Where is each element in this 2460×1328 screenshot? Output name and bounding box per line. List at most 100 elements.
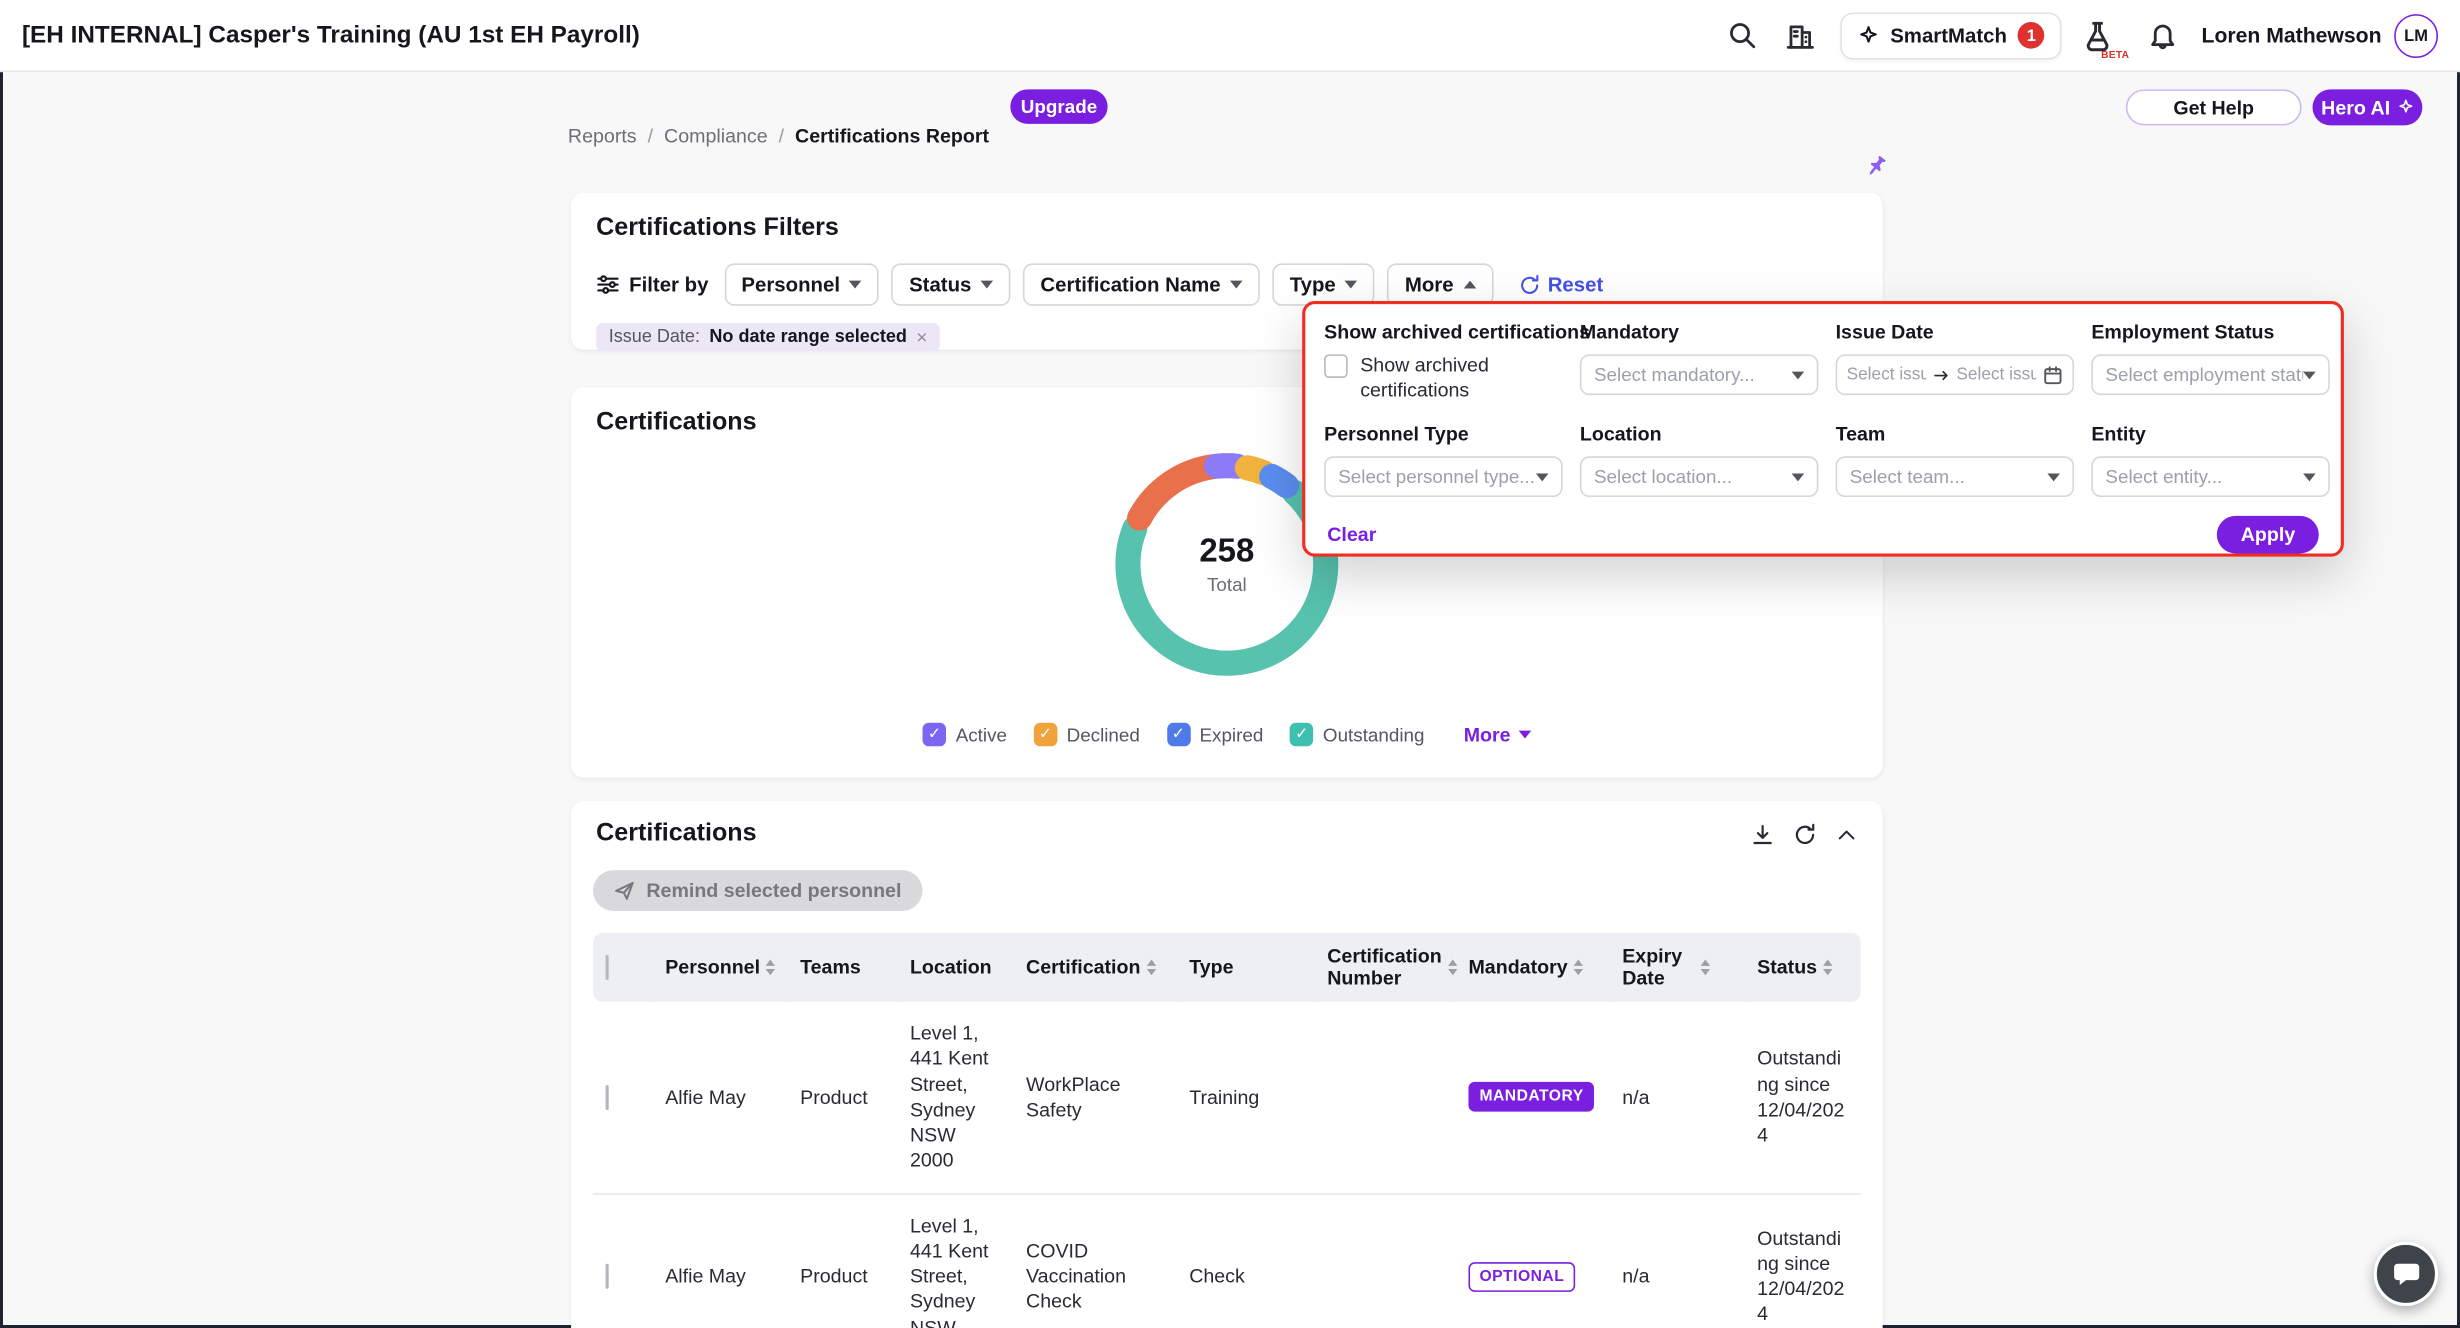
- filter-personnel-dropdown[interactable]: Personnel: [724, 263, 879, 305]
- apply-filters-button[interactable]: Apply: [2217, 516, 2319, 554]
- remind-selected-personnel-button[interactable]: Remind selected personnel: [593, 870, 922, 911]
- column-personnel[interactable]: Personnel: [665, 956, 775, 978]
- organisation-icon[interactable]: [1782, 16, 1820, 54]
- smartmatch-button[interactable]: SmartMatch 1: [1840, 12, 2062, 59]
- beta-tag: BETA: [2101, 49, 2129, 60]
- notifications-bell-icon[interactable]: [2143, 16, 2181, 54]
- breadcrumb-compliance[interactable]: Compliance: [664, 125, 768, 147]
- column-certification-number[interactable]: Certification Number: [1327, 945, 1443, 989]
- cell-certification-number: [1315, 1002, 1456, 1193]
- legend-more-label: More: [1464, 724, 1511, 746]
- entity-label: Entity: [2091, 424, 2329, 446]
- sort-icon[interactable]: [1147, 960, 1156, 976]
- breadcrumb-reports[interactable]: Reports: [568, 125, 637, 147]
- upgrade-button[interactable]: Upgrade: [1010, 89, 1107, 123]
- legend-checkbox-outstanding[interactable]: ✓: [1290, 723, 1314, 747]
- legend-item-expired[interactable]: ✓ Expired: [1167, 723, 1264, 747]
- entity-placeholder: Select entity...: [2105, 466, 2222, 488]
- reset-filters-link[interactable]: Reset: [1518, 273, 1603, 297]
- remove-tag-icon[interactable]: ×: [916, 328, 927, 347]
- collapse-chevron-up-icon[interactable]: [1836, 824, 1858, 846]
- chevron-down-icon: [1518, 731, 1531, 739]
- legend-checkbox-expired[interactable]: ✓: [1167, 723, 1191, 747]
- beta-feature-icon[interactable]: BETA: [2082, 12, 2123, 59]
- screen: [EH INTERNAL] Casper's Training (AU 1st …: [0, 0, 2460, 1328]
- pin-icon[interactable]: [1859, 149, 1894, 184]
- cell-status: Outstanding since 12/04/2024: [1745, 1002, 1861, 1193]
- chevron-down-icon: [1230, 281, 1243, 289]
- table-row: Alfie May Product Level 1, 441 Kent Stre…: [593, 1193, 1861, 1328]
- sort-icon[interactable]: [1448, 960, 1457, 976]
- chevron-down-icon: [2303, 371, 2316, 379]
- employment-status-label: Employment Status: [2091, 321, 2329, 343]
- get-help-button[interactable]: Get Help: [2126, 89, 2302, 125]
- cell-type: Training: [1177, 1002, 1315, 1193]
- employment-status-select[interactable]: Select employment statu: [2091, 354, 2329, 395]
- filter-type-dropdown[interactable]: Type: [1272, 263, 1375, 305]
- show-archived-checkbox-row[interactable]: Show archived certifications: [1324, 354, 1562, 403]
- mandatory-badge: MANDATORY: [1468, 1082, 1594, 1112]
- team-select[interactable]: Select team...: [1836, 457, 2074, 498]
- issue-date-end-placeholder: Select issu: [1956, 365, 2036, 384]
- location-label: Location: [1580, 424, 1818, 446]
- more-filters-grid: Show archived certifications Show archiv…: [1305, 304, 2340, 497]
- mandatory-select[interactable]: Select mandatory...: [1580, 354, 1818, 395]
- calendar-icon: [2043, 365, 2063, 385]
- location-select[interactable]: Select location...: [1580, 457, 1818, 498]
- team-placeholder: Select team...: [1850, 466, 1965, 488]
- filter-certification-name-dropdown[interactable]: Certification Name: [1023, 263, 1260, 305]
- hero-ai-button[interactable]: Hero AI: [2313, 89, 2423, 125]
- column-status[interactable]: Status: [1757, 956, 1848, 978]
- filters-card-title: Certifications Filters: [596, 215, 1857, 243]
- legend-label-active: Active: [956, 724, 1007, 746]
- show-archived-label: Show archived certifications: [1324, 321, 1562, 343]
- sort-icon[interactable]: [766, 960, 775, 976]
- table-card-actions: [1751, 823, 1858, 847]
- user-name: Loren Mathewson: [2202, 24, 2382, 48]
- legend-more-dropdown[interactable]: More: [1464, 724, 1531, 746]
- filter-status-dropdown[interactable]: Status: [892, 263, 1011, 305]
- cell-certification: WorkPlace Safety: [1013, 1002, 1176, 1193]
- breadcrumb-current: Certifications Report: [795, 125, 989, 147]
- legend-item-active[interactable]: ✓ Active: [923, 723, 1007, 747]
- personnel-type-select[interactable]: Select personnel type...: [1324, 457, 1562, 498]
- column-certification[interactable]: Certification: [1026, 956, 1164, 978]
- sort-icon[interactable]: [1574, 960, 1583, 976]
- popover-footer: Clear Apply: [1305, 497, 2340, 553]
- select-all-checkbox[interactable]: [606, 955, 609, 980]
- legend-label-declined: Declined: [1067, 724, 1140, 746]
- cell-certification: COVID Vaccination Check: [1013, 1193, 1176, 1328]
- field-show-archived: Show archived certifications Show archiv…: [1324, 321, 1562, 403]
- remind-button-label: Remind selected personnel: [646, 880, 901, 902]
- filter-more-dropdown[interactable]: More: [1388, 263, 1493, 305]
- column-mandatory[interactable]: Mandatory: [1468, 956, 1597, 978]
- legend-item-outstanding[interactable]: ✓ Outstanding: [1290, 723, 1424, 747]
- legend-checkbox-active[interactable]: ✓: [923, 723, 947, 747]
- cell-mandatory: OPTIONAL: [1456, 1193, 1610, 1328]
- breadcrumb-separator: /: [648, 125, 653, 147]
- top-header: [EH INTERNAL] Casper's Training (AU 1st …: [0, 0, 2460, 72]
- column-expiry-date[interactable]: Expiry Date: [1622, 945, 1732, 989]
- table-card-header: Certifications: [593, 820, 1861, 848]
- sort-icon[interactable]: [1701, 960, 1710, 976]
- clear-filters-link[interactable]: Clear: [1327, 524, 1376, 546]
- field-entity: Entity Select entity...: [2091, 424, 2329, 498]
- refresh-icon[interactable]: [1793, 823, 1817, 847]
- donut-total-value: 258: [1199, 533, 1254, 571]
- column-teams: Teams: [800, 956, 885, 978]
- row-checkbox[interactable]: [606, 1264, 609, 1289]
- legend-checkbox-declined[interactable]: ✓: [1034, 723, 1058, 747]
- filter-personnel-label: Personnel: [741, 273, 840, 297]
- entity-select[interactable]: Select entity...: [2091, 457, 2329, 498]
- search-icon[interactable]: [1724, 16, 1762, 54]
- legend-item-declined[interactable]: ✓ Declined: [1034, 723, 1140, 747]
- issue-date-range-picker[interactable]: Select issu Select issu: [1836, 354, 2074, 395]
- row-checkbox[interactable]: [606, 1084, 609, 1109]
- chevron-down-icon: [1536, 473, 1549, 481]
- user-menu[interactable]: Loren Mathewson LM: [2202, 13, 2439, 57]
- sort-icon[interactable]: [1823, 960, 1832, 976]
- chat-widget-button[interactable]: [2374, 1242, 2438, 1306]
- download-icon[interactable]: [1751, 823, 1775, 847]
- tag-value: No date range selected: [709, 328, 907, 347]
- show-archived-checkbox[interactable]: [1324, 354, 1348, 378]
